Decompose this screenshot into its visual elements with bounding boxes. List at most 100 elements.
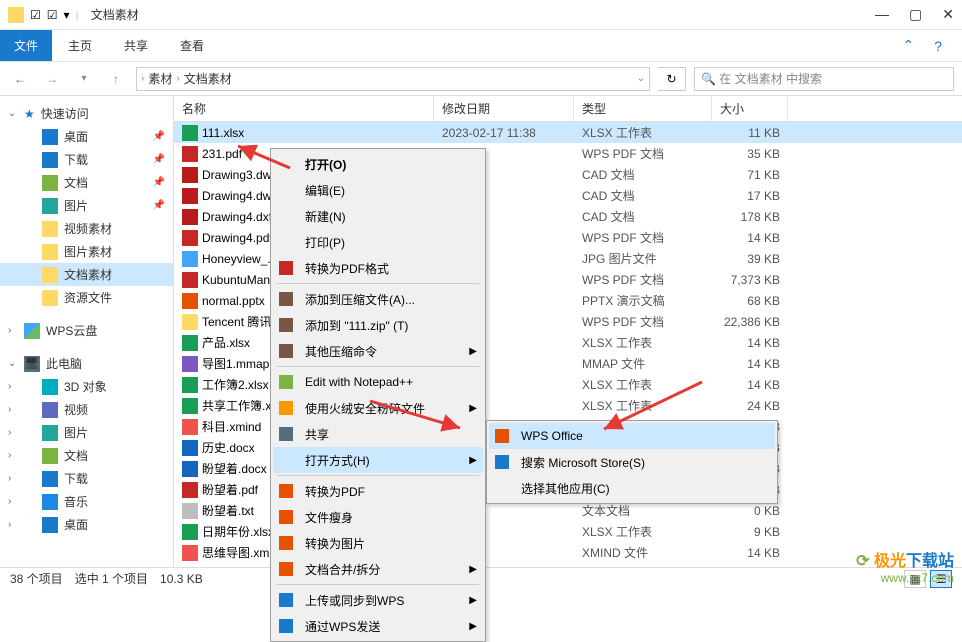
sidebar-item-文档素材[interactable]: 文档素材 bbox=[0, 263, 173, 286]
menu-item[interactable]: 转换为图片 bbox=[273, 530, 483, 556]
this-pc-header[interactable]: ⌄ 🖥 此电脑 bbox=[0, 352, 173, 375]
address-dropdown[interactable]: ⌄ bbox=[637, 73, 645, 84]
file-icon bbox=[182, 251, 198, 267]
qat-check1[interactable]: ☑ bbox=[30, 8, 41, 22]
menu-item[interactable]: 其他压缩命令▶ bbox=[273, 338, 483, 364]
history-dropdown[interactable]: ▾ bbox=[72, 67, 96, 91]
menu-item[interactable]: 选择其他应用(C) bbox=[489, 475, 775, 501]
navigation-toolbar: ← → ▾ ↑ › 素材 › 文档素材 ⌄ ↻ 🔍 在 文档素材 中搜索 bbox=[0, 62, 962, 96]
status-size: 10.3 KB bbox=[160, 572, 203, 586]
sidebar-item-下载[interactable]: 下载📌 bbox=[0, 148, 173, 171]
menu-item[interactable]: 打开方式(H)▶ bbox=[273, 447, 483, 473]
sidebar-item-桌面[interactable]: ›桌面 bbox=[0, 513, 173, 536]
up-button[interactable]: ↑ bbox=[104, 67, 128, 91]
close-button[interactable]: ✕ bbox=[942, 6, 954, 23]
menu-icon bbox=[493, 479, 511, 497]
sidebar-item-音乐[interactable]: ›音乐 bbox=[0, 490, 173, 513]
file-icon bbox=[182, 167, 198, 183]
menu-icon bbox=[277, 259, 295, 277]
sidebar-item-视频素材[interactable]: 视频素材 bbox=[0, 217, 173, 240]
folder-icon bbox=[42, 448, 58, 464]
tab-share[interactable]: 共享 bbox=[108, 30, 164, 61]
folder-icon bbox=[42, 244, 58, 260]
folder-icon bbox=[42, 152, 58, 168]
search-icon: 🔍 bbox=[701, 72, 716, 86]
pin-icon: 📌 bbox=[153, 200, 165, 211]
forward-button[interactable]: → bbox=[40, 67, 64, 91]
menu-item[interactable]: 通过WPS发送▶ bbox=[273, 613, 483, 639]
menu-item[interactable]: WPS Office bbox=[489, 423, 775, 449]
sidebar-item-图片素材[interactable]: 图片素材 bbox=[0, 240, 173, 263]
file-icon bbox=[182, 335, 198, 351]
col-date[interactable]: 修改日期 bbox=[434, 96, 574, 121]
address-bar[interactable]: › 素材 › 文档素材 ⌄ bbox=[136, 67, 650, 91]
menu-item[interactable]: 文档合并/拆分▶ bbox=[273, 556, 483, 582]
qat-check2[interactable]: ☑ bbox=[47, 8, 58, 22]
file-icon bbox=[182, 146, 198, 162]
star-icon: ★ bbox=[24, 107, 35, 121]
menu-icon bbox=[277, 425, 295, 443]
breadcrumb[interactable]: 素材 bbox=[144, 70, 176, 87]
folder-icon bbox=[42, 129, 58, 145]
file-tab[interactable]: 文件 bbox=[0, 30, 52, 61]
refresh-button[interactable]: ↻ bbox=[658, 67, 686, 91]
menu-item[interactable]: 新建(N) bbox=[273, 203, 483, 229]
sidebar-item-资源文件[interactable]: 资源文件 bbox=[0, 286, 173, 309]
wps-cloud[interactable]: › WPS云盘 bbox=[0, 319, 173, 342]
menu-item[interactable]: 文件瘦身 bbox=[273, 504, 483, 530]
pin-icon: 📌 bbox=[153, 177, 165, 188]
qat-dropdown[interactable]: ▾ bbox=[64, 8, 70, 22]
sidebar-item-图片[interactable]: 图片📌 bbox=[0, 194, 173, 217]
sidebar-item-下载[interactable]: ›下载 bbox=[0, 467, 173, 490]
file-icon bbox=[182, 440, 198, 456]
menu-item[interactable]: 使用火绒安全粉碎文件▶ bbox=[273, 395, 483, 421]
menu-item[interactable]: Edit with Notepad++ bbox=[273, 369, 483, 395]
menu-item[interactable]: 打印(P) bbox=[273, 229, 483, 255]
context-menu: 打开(O)编辑(E)新建(N)打印(P)转换为PDF格式添加到压缩文件(A)..… bbox=[270, 148, 486, 642]
file-icon bbox=[182, 398, 198, 414]
ribbon-collapse-icon[interactable]: ⌃ bbox=[902, 37, 914, 54]
help-icon[interactable]: ? bbox=[934, 38, 942, 54]
maximize-button[interactable]: ▢ bbox=[909, 6, 922, 23]
folder-icon bbox=[42, 267, 58, 283]
menu-icon bbox=[277, 617, 295, 635]
file-row[interactable]: 111.xlsx 2023-02-17 11:38 XLSX 工作表 11 KB bbox=[174, 122, 962, 143]
menu-item[interactable]: 转换为PDF格式 bbox=[273, 255, 483, 281]
open-with-submenu: WPS Office搜索 Microsoft Store(S)选择其他应用(C) bbox=[486, 420, 778, 504]
search-input[interactable]: 🔍 在 文档素材 中搜索 bbox=[694, 67, 954, 91]
sidebar-item-图片[interactable]: ›图片 bbox=[0, 421, 173, 444]
menu-item[interactable]: 添加到压缩文件(A)... bbox=[273, 286, 483, 312]
file-icon bbox=[182, 272, 198, 288]
menu-item[interactable]: 添加到 "111.zip" (T) bbox=[273, 312, 483, 338]
folder-icon bbox=[42, 402, 58, 418]
menu-item[interactable]: 转换为PDF bbox=[273, 478, 483, 504]
col-name[interactable]: 名称 bbox=[174, 96, 434, 121]
menu-item[interactable]: 编辑(E) bbox=[273, 177, 483, 203]
sidebar-item-3D 对象[interactable]: ›3D 对象 bbox=[0, 375, 173, 398]
menu-icon bbox=[277, 290, 295, 308]
tab-view[interactable]: 查看 bbox=[164, 30, 220, 61]
sidebar-item-文档[interactable]: 文档📌 bbox=[0, 171, 173, 194]
sidebar-item-桌面[interactable]: 桌面📌 bbox=[0, 125, 173, 148]
menu-item[interactable]: 搜索 Microsoft Store(S) bbox=[489, 449, 775, 475]
file-icon bbox=[182, 125, 198, 141]
watermark: ⟳ 极光下载站 www.xz7.com bbox=[856, 547, 954, 585]
tab-home[interactable]: 主页 bbox=[52, 30, 108, 61]
col-type[interactable]: 类型 bbox=[574, 96, 712, 121]
menu-icon bbox=[493, 453, 511, 471]
back-button[interactable]: ← bbox=[8, 67, 32, 91]
menu-item[interactable]: 共享 bbox=[273, 421, 483, 447]
sidebar-item-视频[interactable]: ›视频 bbox=[0, 398, 173, 421]
menu-item[interactable]: 打开(O) bbox=[273, 151, 483, 177]
menu-item[interactable]: 上传或同步到WPS▶ bbox=[273, 587, 483, 613]
breadcrumb[interactable]: 文档素材 bbox=[180, 70, 236, 87]
folder-icon bbox=[42, 517, 58, 533]
minimize-button[interactable]: — bbox=[875, 6, 889, 23]
sidebar-item-文档[interactable]: ›文档 bbox=[0, 444, 173, 467]
col-size[interactable]: 大小 bbox=[712, 96, 788, 121]
menu-icon bbox=[277, 451, 295, 469]
navigation-pane: ⌄ ★ 快速访问 桌面📌下载📌文档📌图片📌视频素材图片素材文档素材资源文件 › … bbox=[0, 96, 174, 567]
status-item-count: 38 个项目 bbox=[10, 570, 63, 587]
wps-icon bbox=[24, 323, 40, 339]
quick-access-header[interactable]: ⌄ ★ 快速访问 bbox=[0, 102, 173, 125]
